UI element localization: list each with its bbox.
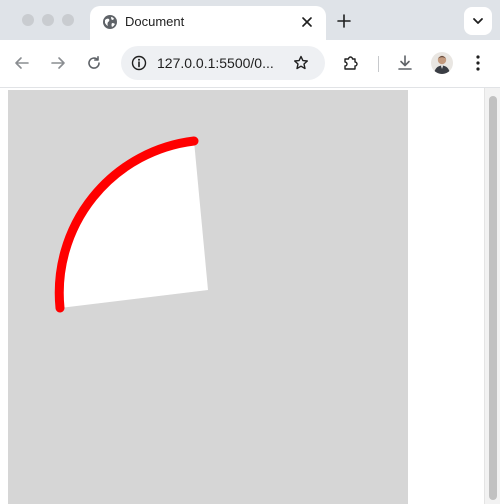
arrow-left-icon xyxy=(15,57,29,69)
extensions-button[interactable] xyxy=(340,52,362,74)
tab-document[interactable]: Document xyxy=(90,6,326,40)
menu-button[interactable] xyxy=(467,52,489,74)
tab-title: Document xyxy=(125,14,185,29)
info-icon[interactable] xyxy=(129,53,149,73)
toolbar: 127.0.0.1:5500/0... xyxy=(0,40,500,88)
scrollbar-thumb[interactable] xyxy=(489,96,497,500)
toolbar-separator xyxy=(378,56,379,72)
sector-drawing xyxy=(54,136,209,313)
back-button[interactable] xyxy=(11,52,33,74)
window-close-button[interactable] xyxy=(22,14,34,26)
download-icon xyxy=(398,55,412,70)
canvas-area xyxy=(8,90,408,504)
page-viewport xyxy=(0,88,500,504)
chevron-down-icon xyxy=(473,18,483,24)
avatar[interactable] xyxy=(431,52,453,74)
plus-icon xyxy=(337,14,351,28)
window-minimize-button[interactable] xyxy=(42,14,54,26)
kebab-menu-icon xyxy=(476,55,480,71)
puzzle-icon xyxy=(344,56,358,70)
globe-icon xyxy=(102,14,118,30)
download-button[interactable] xyxy=(394,52,416,74)
reload-button[interactable] xyxy=(83,52,105,74)
reload-icon xyxy=(88,56,100,69)
star-icon[interactable] xyxy=(291,53,311,73)
tab-search-button[interactable] xyxy=(464,7,492,35)
window-maximize-button[interactable] xyxy=(62,14,74,26)
arrow-right-icon xyxy=(51,57,65,69)
address-bar[interactable]: 127.0.0.1:5500/0... xyxy=(121,46,325,80)
new-tab-button[interactable] xyxy=(334,11,354,31)
browser-window: Document 127.0.0.1:5500/0... xyxy=(0,0,500,504)
url-text[interactable]: 127.0.0.1:5500/0... xyxy=(157,54,285,72)
vertical-scrollbar[interactable] xyxy=(484,88,500,504)
close-icon[interactable] xyxy=(298,13,316,31)
tab-strip: Document xyxy=(0,0,500,40)
forward-button[interactable] xyxy=(47,52,69,74)
